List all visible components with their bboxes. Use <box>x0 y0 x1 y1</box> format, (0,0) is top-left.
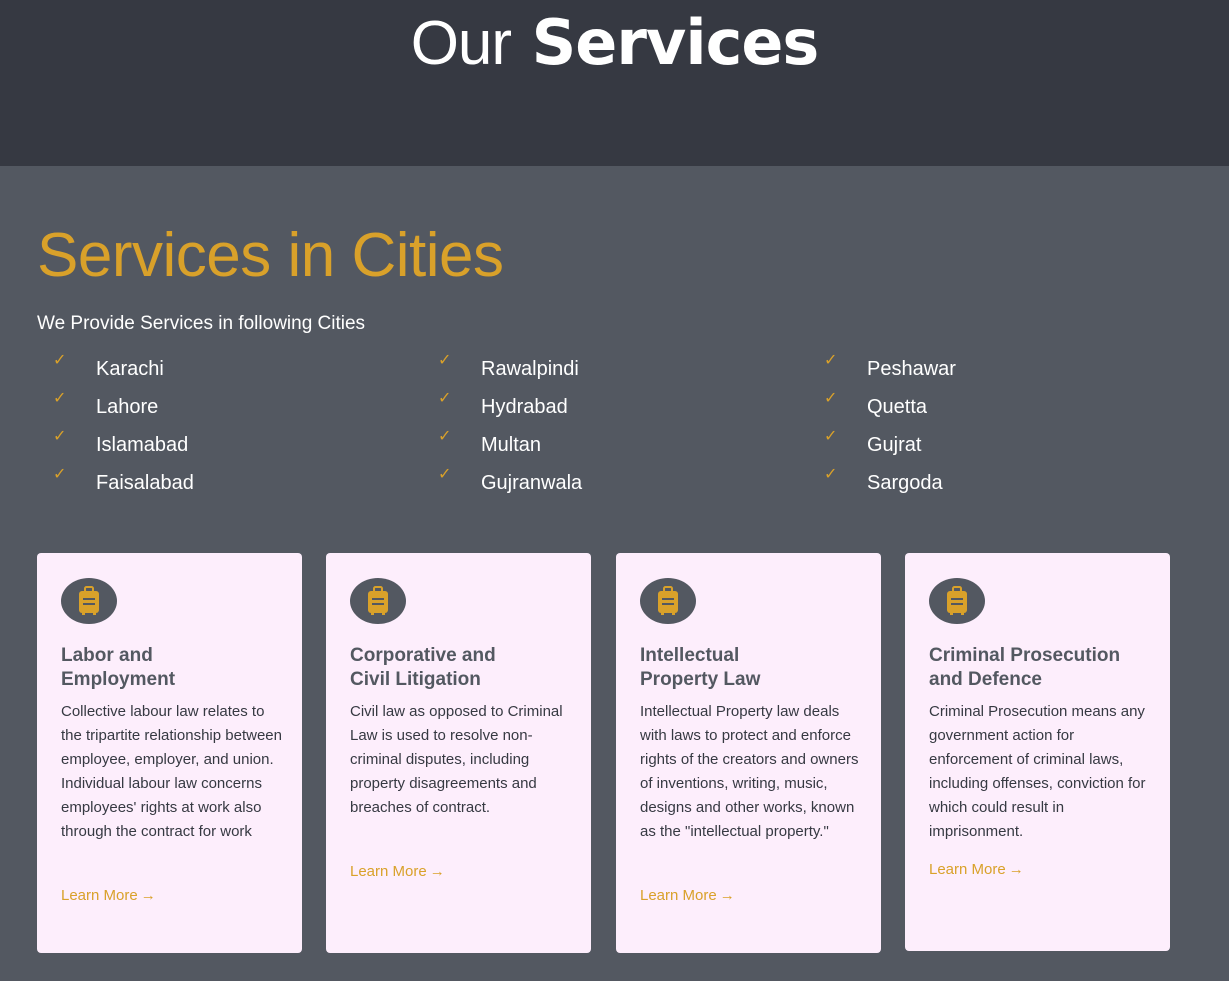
learn-more-label: Learn More <box>929 861 1006 878</box>
card-title: Corporative and Civil Litigation <box>350 645 496 690</box>
city-name: Gujranwala <box>481 472 583 494</box>
check-icon: ✓ <box>824 466 838 483</box>
cities-section-title: Services in Cities <box>37 221 504 290</box>
page-header: Our Services <box>0 0 1229 166</box>
suitcase-icon <box>350 578 406 624</box>
suitcase-icon <box>640 578 696 624</box>
check-icon: ✓ <box>53 352 67 369</box>
city-item: ✓ Lahore <box>37 390 417 428</box>
card-description: Intellectual Property law deals with law… <box>640 703 859 840</box>
city-name: Sargoda <box>867 472 943 494</box>
city-name: Karachi <box>96 358 164 380</box>
city-item: ✓ Karachi <box>37 352 417 390</box>
learn-more-link[interactable]: Learn More → <box>61 886 156 906</box>
city-item: ✓ Gujrat <box>808 428 1188 466</box>
city-name: Multan <box>481 434 542 456</box>
arrow-right-icon: → <box>140 887 156 904</box>
check-icon: ✓ <box>53 390 67 407</box>
city-item: ✓ Faisalabad <box>37 466 417 504</box>
cities-column-1: ✓ Karachi ✓ Lahore ✓ Islamabad ✓ Faisalabad <box>37 352 417 504</box>
city-name: Peshawar <box>867 358 956 380</box>
city-name: Gujrat <box>867 434 922 456</box>
city-name: Lahore <box>96 396 159 418</box>
check-icon: ✓ <box>824 428 838 445</box>
arrow-right-icon: → <box>429 863 445 880</box>
city-name: Quetta <box>867 396 928 418</box>
page-title: Our Services <box>0 8 1229 79</box>
check-icon: ✓ <box>438 352 452 369</box>
service-card-criminal-prosecution: Criminal Prosecution and Defence Crimina… <box>905 553 1170 951</box>
check-icon: ✓ <box>438 466 452 483</box>
cities-list: ✓ Karachi ✓ Lahore ✓ Islamabad ✓ Faisalabad … <box>37 352 1197 502</box>
learn-more-label: Learn More <box>640 887 717 904</box>
service-card-intellectual-property: Intellectual Property Law Intellectual P… <box>616 553 881 953</box>
learn-more-label: Learn More <box>350 863 427 880</box>
service-card-labor: Labor and Employment Collective labour l… <box>37 553 302 953</box>
check-icon: ✓ <box>53 466 67 483</box>
city-item: ✓ Hydrabad <box>422 390 802 428</box>
city-item: ✓ Sargoda <box>808 466 1188 504</box>
card-title: Criminal Prosecution and Defence <box>929 645 1121 690</box>
arrow-right-icon: → <box>1008 861 1024 878</box>
suitcase-icon <box>61 578 117 624</box>
page-title-bold: Services <box>531 6 820 79</box>
learn-more-link[interactable]: Learn More → <box>929 860 1024 880</box>
city-name: Faisalabad <box>96 472 194 494</box>
service-card-civil-litigation: Corporative and Civil Litigation Civil l… <box>326 553 591 953</box>
card-description: Collective labour law relates to the tri… <box>61 703 282 840</box>
card-title: Labor and Employment <box>61 645 176 690</box>
learn-more-link[interactable]: Learn More → <box>640 886 735 906</box>
check-icon: ✓ <box>824 352 838 369</box>
check-icon: ✓ <box>438 390 452 407</box>
city-name: Hydrabad <box>481 396 568 418</box>
cities-column-2: ✓ Rawalpindi ✓ Hydrabad ✓ Multan ✓ Gujranwal… <box>422 352 802 504</box>
card-title: Intellectual Property Law <box>640 645 761 690</box>
learn-more-link[interactable]: Learn More → <box>350 862 445 882</box>
suitcase-icon <box>929 578 985 624</box>
city-item: ✓ Multan <box>422 428 802 466</box>
page-title-light: Our <box>410 9 512 78</box>
city-item: ✓ Islamabad <box>37 428 417 466</box>
city-item: ✓ Gujranwala <box>422 466 802 504</box>
learn-more-label: Learn More <box>61 887 138 904</box>
card-description: Civil law as opposed to Criminal Law is … <box>350 703 563 816</box>
city-item: ✓ Rawalpindi <box>422 352 802 390</box>
city-name: Islamabad <box>96 434 189 456</box>
city-item: ✓ Peshawar <box>808 352 1188 390</box>
cities-column-3: ✓ Peshawar ✓ Quetta ✓ Gujrat ✓ Sargoda <box>808 352 1188 504</box>
city-name: Rawalpindi <box>481 358 579 380</box>
check-icon: ✓ <box>53 428 67 445</box>
arrow-right-icon: → <box>719 887 735 904</box>
card-description: Criminal Prosecution means any governmen… <box>929 703 1146 840</box>
city-item: ✓ Quetta <box>808 390 1188 428</box>
check-icon: ✓ <box>438 428 452 445</box>
cities-section-subtitle: We Provide Services in following Cities <box>37 313 366 334</box>
check-icon: ✓ <box>824 390 838 407</box>
